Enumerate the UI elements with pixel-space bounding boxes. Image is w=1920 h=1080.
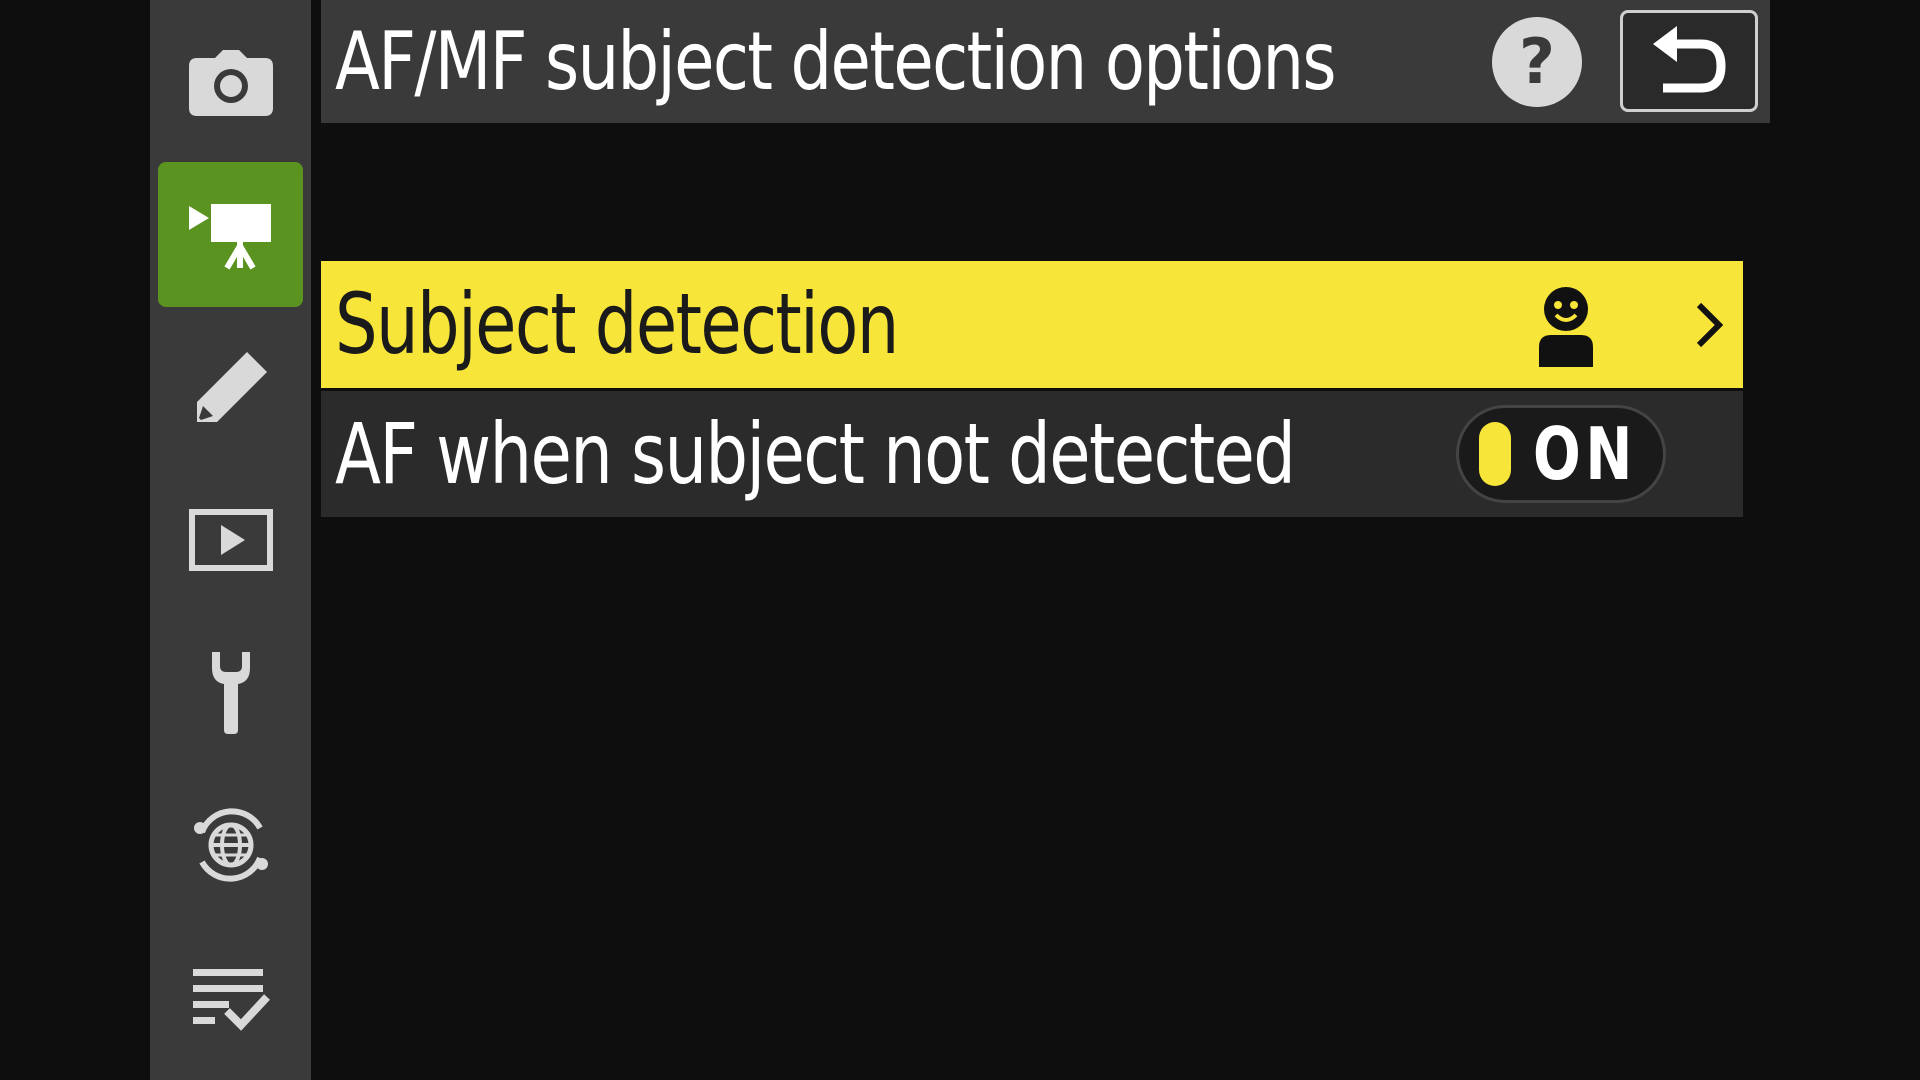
menu-item-label: Subject detection: [335, 275, 899, 373]
checklist-icon: [191, 965, 271, 1031]
menu-header: AF/MF subject detection options ?: [321, 0, 1770, 123]
menu-item-label: AF when subject not detected: [335, 405, 1296, 503]
on-off-toggle[interactable]: ON: [1456, 405, 1666, 503]
menu-item-subject-detection[interactable]: Subject detection: [321, 261, 1743, 388]
tab-video-recording-menu[interactable]: [158, 162, 303, 307]
menu-tab-rail: [150, 0, 311, 1080]
toggle-knob: [1479, 422, 1511, 486]
tab-photo-shooting-menu[interactable]: [158, 10, 303, 155]
camera-icon: [188, 49, 273, 116]
wrench-icon: [206, 651, 256, 734]
play-icon: [188, 508, 273, 571]
return-arrow-icon: [1649, 24, 1729, 98]
tab-playback-menu[interactable]: [158, 467, 303, 612]
tab-my-menu[interactable]: [158, 925, 303, 1070]
toggle-value: ON: [1533, 412, 1638, 496]
question-mark-icon: ?: [1519, 25, 1555, 98]
tab-custom-settings-menu[interactable]: [158, 315, 303, 460]
person-face-icon: [1531, 283, 1601, 367]
globe-icon: [188, 802, 274, 888]
menu-item-af-when-subject-not-detected[interactable]: AF when subject not detected ON: [321, 391, 1743, 517]
help-button[interactable]: ?: [1492, 17, 1582, 107]
movie-camera-icon: [188, 200, 273, 270]
tab-setup-menu[interactable]: [158, 620, 303, 765]
back-button[interactable]: [1620, 10, 1758, 112]
camera-menu-screen: AF/MF subject detection options ? Subjec…: [0, 0, 1920, 1080]
chevron-right-icon: [1689, 299, 1729, 351]
page-title: AF/MF subject detection options: [335, 15, 1337, 108]
tab-network-menu[interactable]: [158, 772, 303, 917]
pencil-icon: [193, 350, 269, 426]
